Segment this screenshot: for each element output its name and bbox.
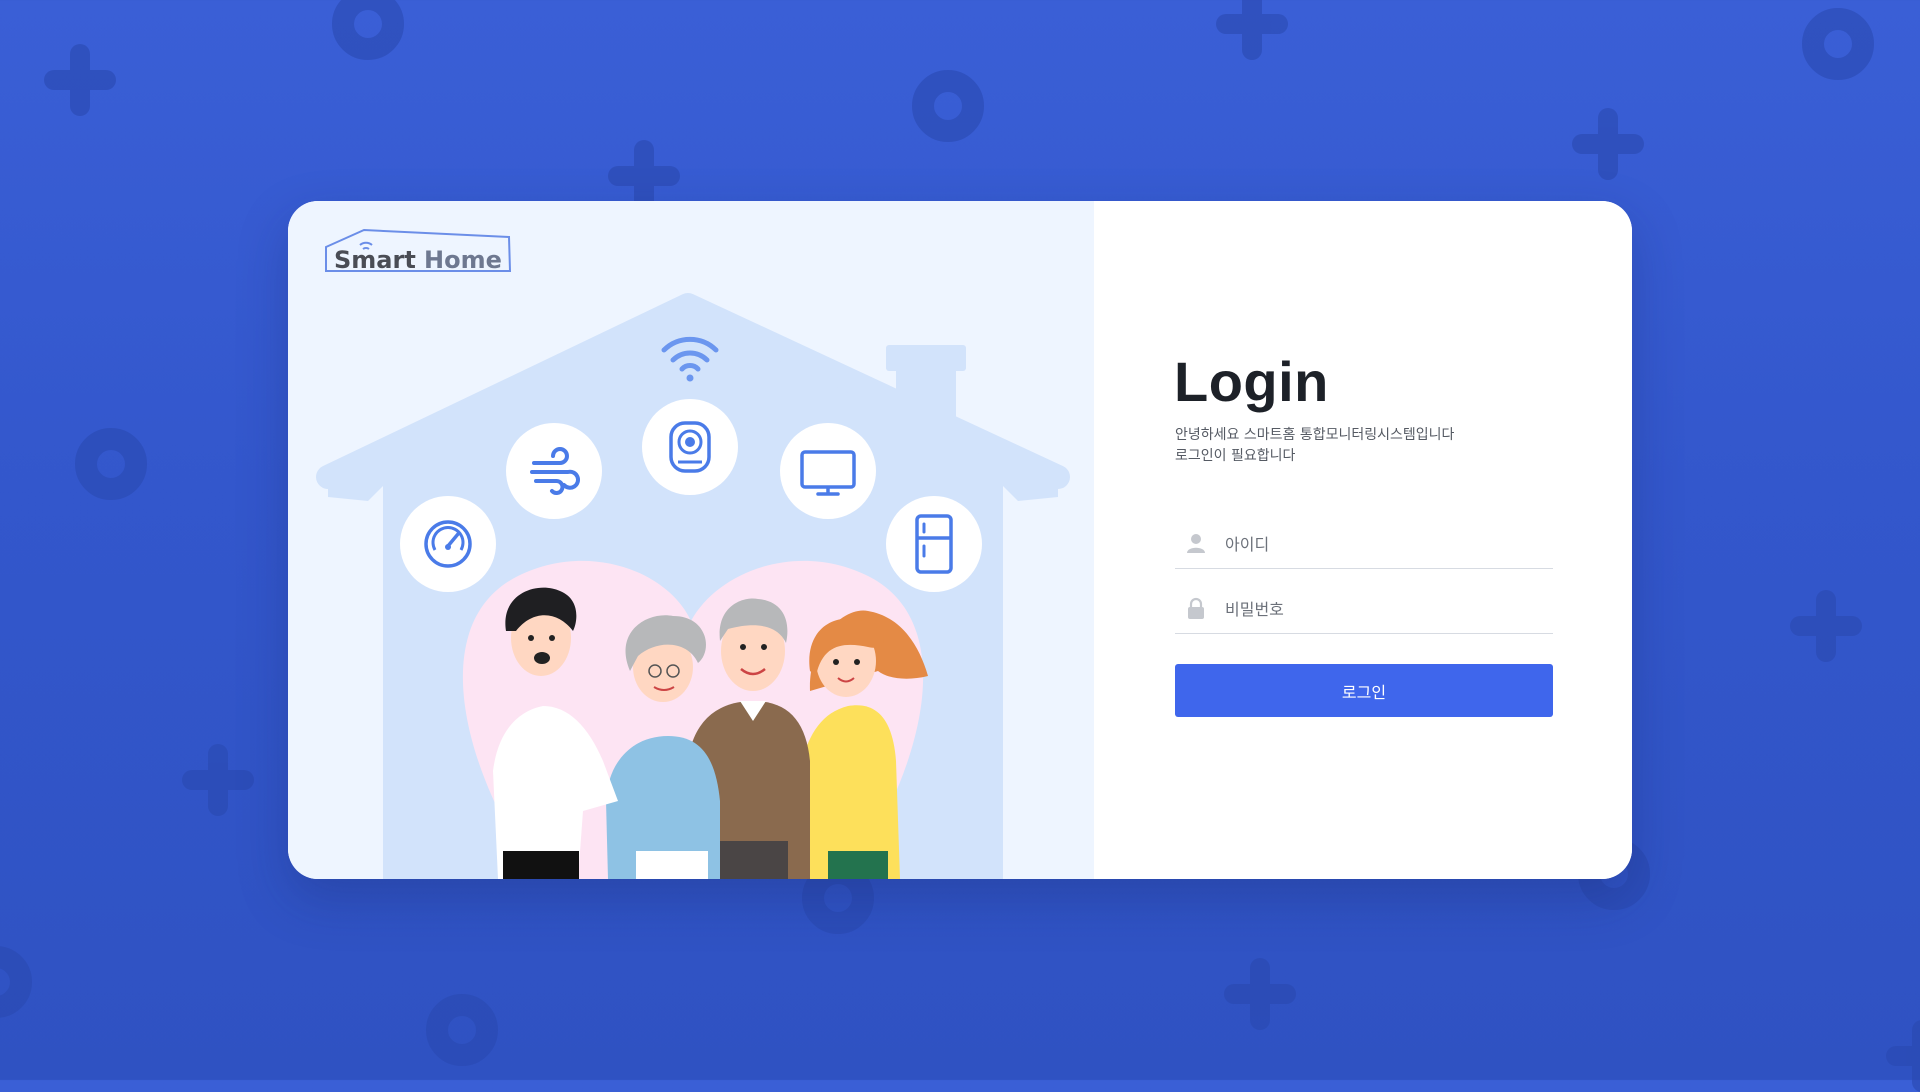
decor-ring (1802, 8, 1874, 80)
illustration-panel: Smart Home (288, 201, 1094, 879)
id-field (1175, 520, 1553, 569)
login-title: Login (1174, 350, 1329, 413)
login-subtitle: 안녕하세요 스마트홈 통합모니터링시스템입니다 로그인이 필요합니다 (1175, 425, 1454, 467)
smart-home-logo: Smart Home (325, 228, 512, 274)
refrigerator-icon (886, 496, 982, 592)
decor-ring (75, 428, 147, 500)
decor-plus (1886, 1020, 1920, 1092)
decor-plus (1216, 0, 1288, 60)
decor-plus (1572, 108, 1644, 180)
login-card: Smart Home Login 안녕하세요 스마트홈 통합모니터링시스템입니다… (288, 201, 1632, 879)
decor-plus (1224, 958, 1296, 1030)
subtitle-line-2: 로그인이 필요합니다 (1175, 448, 1296, 464)
decor-plus (1790, 590, 1862, 662)
decor-plus (44, 44, 116, 116)
password-field (1175, 585, 1553, 634)
login-panel: Login 안녕하세요 스마트홈 통합모니터링시스템입니다 로그인이 필요합니다… (1094, 201, 1632, 879)
decor-ring (912, 70, 984, 142)
camera-icon (642, 399, 738, 495)
decor-ring (0, 946, 32, 1018)
monitor-icon (780, 423, 876, 519)
id-input[interactable] (1223, 520, 1547, 568)
login-button[interactable]: 로그인 (1175, 664, 1553, 717)
decor-ring (332, 0, 404, 60)
decor-ring (426, 994, 498, 1066)
lock-icon (1188, 597, 1204, 619)
wind-icon (506, 423, 602, 519)
subtitle-line-1: 안녕하세요 스마트홈 통합모니터링시스템입니다 (1175, 427, 1455, 443)
gauge-icon (400, 496, 496, 592)
logo-text-smart: Smart (334, 246, 416, 274)
smart-home-illustration (316, 293, 1070, 879)
user-icon (1187, 534, 1205, 553)
decor-plus (182, 744, 254, 816)
password-input[interactable] (1223, 585, 1547, 633)
logo-text-home: Home (424, 246, 502, 274)
